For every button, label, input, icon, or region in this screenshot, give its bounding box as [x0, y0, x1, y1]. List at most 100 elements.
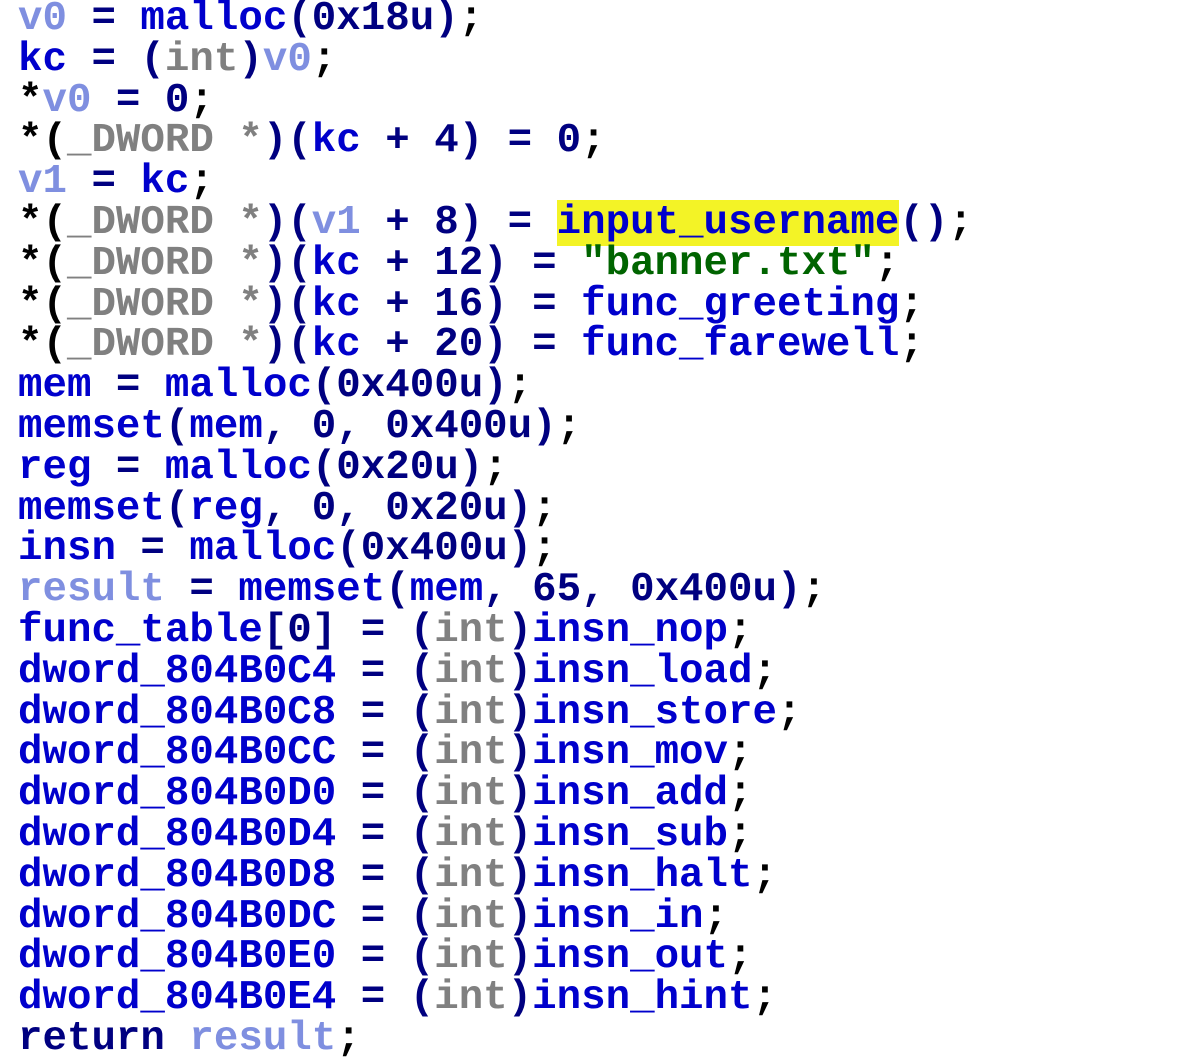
code-token[interactable]: v0 [263, 37, 312, 83]
code-token: *( [18, 322, 67, 369]
code-token[interactable]: func_table [18, 608, 263, 654]
code-token[interactable]: insn_halt [532, 853, 752, 899]
code-token[interactable]: insn_store [532, 690, 777, 736]
code-line[interactable]: v0 = malloc(0x18u); [18, 0, 973, 40]
code-token[interactable]: insn_out [532, 934, 728, 980]
code-token[interactable]: dword_804B0D8 [18, 853, 336, 899]
code-token: ; [776, 689, 802, 736]
code-token[interactable]: insn_nop [532, 608, 728, 654]
code-token[interactable]: dword_804B0D4 [18, 812, 336, 858]
code-token: ) [507, 689, 533, 736]
code-token[interactable]: kc [140, 159, 189, 205]
code-token[interactable]: insn [18, 526, 116, 572]
code-token[interactable]: mem [410, 567, 483, 613]
code-line[interactable]: kc = (int)v0; [18, 37, 973, 83]
code-line[interactable]: *v0 = 0; [18, 78, 973, 124]
code-token[interactable]: kc [312, 282, 361, 328]
code-line[interactable]: mem = malloc(0x400u); [18, 366, 973, 407]
code-token: = ( [336, 852, 435, 899]
code-token[interactable]: dword_804B0E0 [18, 934, 336, 980]
code-token[interactable]: dword_804B0E4 [18, 975, 336, 1021]
code-token[interactable]: kc [312, 322, 361, 368]
code-token[interactable]: malloc [165, 363, 312, 409]
code-token: ( [164, 403, 190, 450]
code-token[interactable]: v1 [18, 159, 67, 205]
code-token[interactable]: dword_804B0DC [18, 894, 336, 940]
code-token[interactable]: insn_in [532, 894, 703, 940]
code-line[interactable]: insn = malloc(0x400u); [18, 529, 973, 570]
code-line[interactable]: dword_804B0E4 = (int)insn_hint; [18, 978, 973, 1019]
code-token[interactable]: insn_load [532, 649, 752, 695]
code-line[interactable]: *(_DWORD *)(kc + 20) = func_farewell; [18, 325, 973, 366]
code-line[interactable]: dword_804B0D0 = (int)insn_add; [18, 774, 973, 815]
code-token[interactable]: kc [18, 37, 67, 83]
code-line[interactable]: dword_804B0CC = (int)insn_mov; [18, 733, 973, 774]
code-token: (0x20u) [311, 444, 484, 491]
code-line[interactable]: v1 = kc; [18, 162, 973, 203]
code-token: = ( [336, 893, 435, 940]
code-token[interactable]: func_farewell [581, 322, 899, 368]
code-line[interactable]: dword_804B0C4 = (int)insn_load; [18, 649, 973, 695]
code-line[interactable]: *(_DWORD *)(kc + 12) = "banner.txt"; [18, 240, 973, 287]
code-token[interactable]: reg [189, 486, 262, 532]
code-token[interactable]: dword_804B0CC [18, 730, 336, 776]
code-token: "banner.txt" [581, 240, 875, 287]
code-token: ; [728, 607, 753, 654]
code-line[interactable]: memset(mem, 0, 0x400u); [18, 407, 973, 448]
code-line[interactable]: *(_DWORD *)(v1 + 8) = input_username(); [18, 199, 973, 246]
code-line[interactable]: dword_804B0D4 = (int)insn_sub; [18, 815, 973, 856]
code-token: , 0, 0x20u) [262, 485, 533, 532]
code-line[interactable]: dword_804B0C8 = (int)insn_store; [18, 689, 973, 736]
code-token: ) [507, 893, 533, 940]
code-token[interactable]: v0 [42, 78, 91, 124]
code-line[interactable]: dword_804B0E0 = (int)insn_out; [18, 937, 973, 978]
code-token[interactable]: malloc [189, 526, 336, 572]
code-token: *( [18, 199, 67, 246]
code-token: ; [899, 322, 924, 369]
code-token[interactable]: dword_804B0D0 [18, 771, 336, 817]
code-line[interactable]: result = memset(mem, 65, 0x400u); [18, 570, 973, 611]
code-token[interactable]: result [18, 567, 165, 613]
code-token[interactable]: insn_sub [532, 812, 728, 858]
code-token: int [434, 893, 508, 940]
code-token: + 12) = [360, 240, 582, 287]
code-line[interactable]: func_table[0] = (int)insn_nop; [18, 611, 973, 652]
code-token[interactable]: mem [18, 363, 91, 409]
code-token[interactable]: insn_add [532, 771, 728, 817]
code-token: ) [507, 811, 533, 858]
code-line[interactable]: return result; [18, 1019, 973, 1060]
code-token[interactable]: insn_hint [532, 975, 752, 1021]
code-token[interactable]: dword_804B0C8 [18, 690, 336, 736]
code-token[interactable]: reg [18, 445, 91, 491]
code-token[interactable]: mem [189, 404, 262, 450]
code-token[interactable]: kc [312, 118, 361, 164]
code-line[interactable]: memset(reg, 0, 0x20u); [18, 485, 973, 532]
code-token: (0x400u) [336, 526, 533, 573]
code-token[interactable]: v1 [312, 200, 361, 246]
code-token[interactable]: v0 [18, 0, 67, 42]
code-token: ; [581, 118, 606, 165]
code-token[interactable]: result [189, 1016, 336, 1062]
code-token[interactable]: func_greeting [581, 282, 899, 328]
code-token[interactable]: memset [238, 567, 385, 613]
code-token[interactable]: malloc [165, 445, 312, 491]
code-token: int [434, 730, 508, 777]
highlighted-identifier[interactable]: input_username [556, 199, 900, 246]
code-token: = [115, 526, 190, 573]
code-token: + 16) = [360, 281, 582, 328]
code-line[interactable]: dword_804B0D8 = (int)insn_halt; [18, 852, 973, 899]
code-token[interactable]: memset [18, 486, 165, 532]
code-token[interactable]: insn_mov [532, 730, 728, 776]
code-line[interactable]: *(_DWORD *)(kc + 16) = func_greeting; [18, 281, 973, 328]
code-token[interactable]: dword_804B0C4 [18, 649, 336, 695]
code-token: ; [556, 403, 582, 450]
code-token[interactable]: malloc [140, 0, 287, 42]
code-token[interactable]: kc [312, 241, 361, 287]
pseudocode-view[interactable]: v0 = malloc(0x18u); kc = (int)v0; *v0 = 0;… [18, 0, 973, 1060]
code-line[interactable]: *(_DWORD *)(kc + 4) = 0; [18, 121, 973, 162]
code-token: _DWORD * [66, 322, 263, 369]
code-token[interactable]: memset [18, 404, 165, 450]
code-line[interactable]: dword_804B0DC = (int)insn_in; [18, 893, 973, 940]
code-token: ; [703, 893, 729, 940]
code-line[interactable]: reg = malloc(0x20u); [18, 444, 973, 491]
